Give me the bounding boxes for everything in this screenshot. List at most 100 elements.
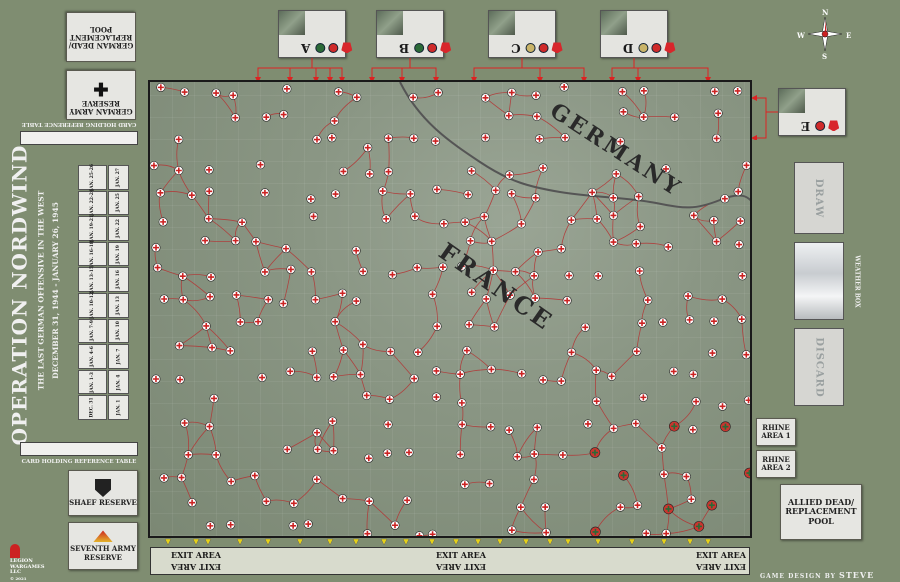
map-space[interactable]: [592, 396, 602, 406]
map-space[interactable]: [741, 160, 750, 170]
map-space[interactable]: [583, 419, 593, 429]
turn-cell[interactable]: JAN. 1-3: [78, 369, 107, 395]
map-space[interactable]: [657, 443, 667, 453]
map-space[interactable]: [744, 467, 752, 479]
map-space[interactable]: [250, 471, 260, 481]
map-space[interactable]: [364, 496, 374, 506]
map-space[interactable]: [564, 271, 574, 281]
map-space[interactable]: [174, 341, 184, 351]
map-space[interactable]: [289, 498, 299, 508]
map-space[interactable]: [362, 390, 372, 400]
map-space[interactable]: [531, 90, 541, 100]
map-space[interactable]: [331, 189, 341, 199]
map-space[interactable]: [309, 211, 319, 221]
map-space[interactable]: [328, 446, 338, 456]
map-space[interactable]: [538, 163, 548, 173]
map-space[interactable]: [710, 86, 720, 96]
map-space[interactable]: [467, 166, 477, 176]
map-space[interactable]: [686, 494, 696, 504]
map-space[interactable]: [260, 267, 270, 277]
map-space[interactable]: [383, 133, 393, 143]
map-space[interactable]: [156, 82, 166, 92]
map-space[interactable]: [409, 133, 419, 143]
map-space[interactable]: [529, 474, 539, 484]
map-space[interactable]: [153, 263, 163, 273]
turn-cell[interactable]: JAN. 1: [107, 395, 129, 420]
map-space[interactable]: [609, 423, 619, 433]
map-space[interactable]: [355, 370, 365, 380]
map-space[interactable]: [685, 315, 695, 325]
map-space[interactable]: [681, 472, 691, 482]
map-space[interactable]: [285, 366, 295, 376]
map-space[interactable]: [338, 494, 348, 504]
map-space[interactable]: [261, 496, 271, 506]
map-space[interactable]: [211, 450, 221, 460]
map-space[interactable]: [580, 322, 590, 332]
turn-cell[interactable]: JAN. 10-12: [78, 292, 107, 319]
map-space[interactable]: [558, 450, 568, 460]
map-space[interactable]: [226, 520, 236, 530]
map-space[interactable]: [385, 347, 395, 357]
map-space[interactable]: [211, 88, 221, 98]
map-space[interactable]: [177, 473, 187, 483]
map-space[interactable]: [663, 503, 674, 515]
turn-cell[interactable]: JAN. 25: [107, 190, 129, 216]
map-space[interactable]: [428, 289, 438, 299]
map-space[interactable]: [532, 422, 542, 432]
map-space[interactable]: [413, 347, 423, 357]
map-space[interactable]: [204, 165, 214, 175]
map-space[interactable]: [516, 502, 526, 512]
map-space[interactable]: [260, 188, 270, 198]
map-space[interactable]: [358, 339, 368, 349]
map-space[interactable]: [159, 294, 169, 304]
map-space[interactable]: [712, 237, 722, 247]
map-space[interactable]: [204, 214, 214, 224]
map-space[interactable]: [174, 134, 184, 144]
map-space[interactable]: [390, 520, 400, 530]
map-space[interactable]: [631, 418, 641, 428]
map-space[interactable]: [617, 87, 627, 97]
map-space[interactable]: [205, 292, 215, 302]
map-space[interactable]: [670, 112, 680, 122]
map-space[interactable]: [735, 216, 745, 226]
map-space[interactable]: [381, 214, 391, 224]
map-space[interactable]: [187, 498, 197, 508]
map-space[interactable]: [485, 479, 495, 489]
map-space[interactable]: [718, 401, 728, 411]
map-space[interactable]: [261, 112, 271, 122]
map-space[interactable]: [257, 373, 267, 383]
map-space[interactable]: [178, 271, 188, 281]
map-space[interactable]: [351, 246, 361, 256]
map-space[interactable]: [330, 317, 340, 327]
map-space[interactable]: [734, 240, 744, 250]
turn-cell[interactable]: JAN. 19-21: [78, 215, 107, 242]
map-space[interactable]: [432, 184, 442, 194]
map-space[interactable]: [460, 479, 470, 489]
map-space[interactable]: [205, 422, 215, 432]
map-space[interactable]: [669, 366, 679, 376]
map-space[interactable]: [235, 317, 245, 327]
map-space[interactable]: [158, 217, 168, 227]
map-space[interactable]: [638, 392, 648, 402]
map-space[interactable]: [486, 422, 496, 432]
turn-cell[interactable]: JAN. 25-26: [78, 164, 107, 191]
map-space[interactable]: [431, 136, 441, 146]
map-space[interactable]: [733, 187, 743, 197]
map-space[interactable]: [433, 88, 443, 98]
map-space[interactable]: [639, 86, 649, 96]
map-space[interactable]: [533, 247, 543, 257]
map-space[interactable]: [251, 237, 261, 247]
map-space[interactable]: [206, 272, 216, 282]
map-space[interactable]: [668, 420, 680, 432]
map-space[interactable]: [231, 236, 241, 246]
map-space[interactable]: [486, 364, 496, 374]
map-space[interactable]: [431, 366, 441, 376]
map-space[interactable]: [455, 369, 465, 379]
map-space[interactable]: [593, 271, 603, 281]
map-space[interactable]: [327, 416, 337, 426]
map-space[interactable]: [351, 296, 361, 306]
rhine-area-1[interactable]: RHINE AREA 1: [756, 418, 796, 446]
shaef-reserve[interactable]: SHAEF RESERVE: [68, 470, 138, 516]
map-space[interactable]: [590, 526, 601, 537]
turn-cell[interactable]: JAN. 4: [107, 369, 129, 395]
